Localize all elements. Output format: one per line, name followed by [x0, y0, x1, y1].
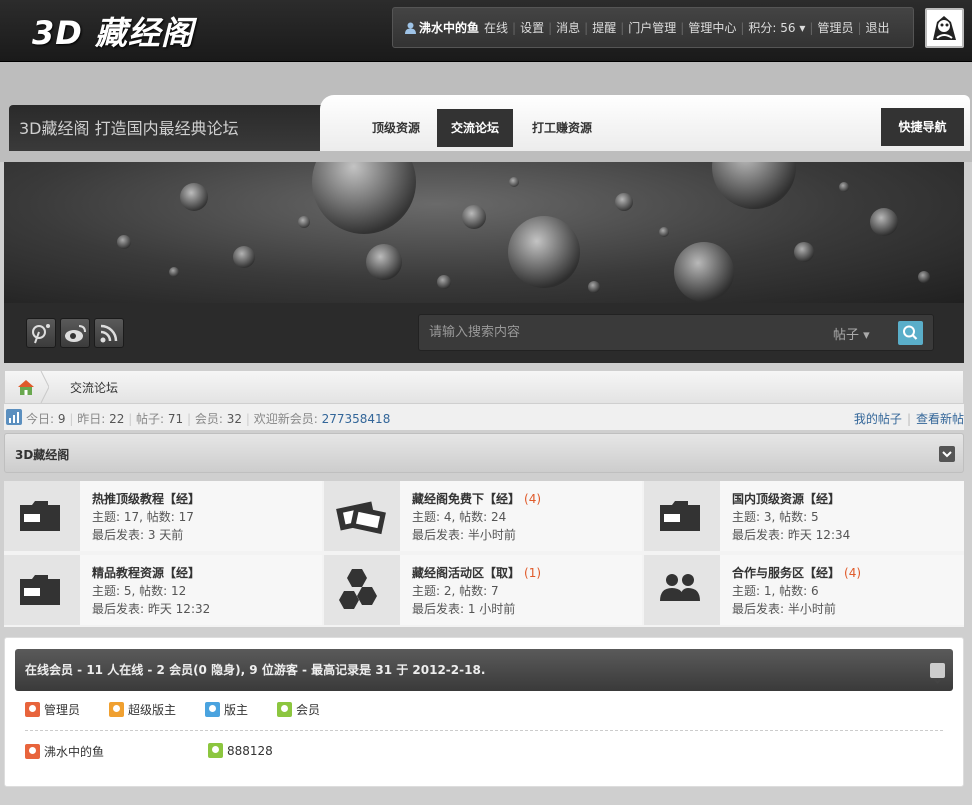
forum-item[interactable]: 热推顶级教程【经】 主题: 17, 帖数: 17 最后发表: 3 天前: [4, 481, 322, 551]
banner-image: [4, 162, 964, 303]
moderator-user-icon: [205, 702, 220, 717]
my-posts-link[interactable]: 我的帖子: [854, 412, 902, 426]
forum-name[interactable]: 国内顶级资源【经】: [732, 492, 840, 506]
user-icon: [405, 22, 416, 34]
rss-icon[interactable]: [94, 318, 124, 348]
reminders-link[interactable]: 提醒: [592, 19, 616, 36]
avatar[interactable]: [925, 8, 964, 48]
folder-icon: [644, 481, 720, 551]
logout-link[interactable]: 退出: [866, 19, 890, 36]
quick-nav-button[interactable]: 快捷导航: [881, 108, 964, 146]
forum-item[interactable]: 精品教程资源【经】 主题: 5, 帖数: 12 最后发表: 昨天 12:32: [4, 555, 322, 625]
points-dropdown[interactable]: 积分: 56 ▾: [748, 19, 805, 36]
home-icon: [18, 370, 50, 404]
nav-item-top-resources[interactable]: 顶级资源: [358, 109, 434, 147]
new-posts-count: (1): [524, 566, 542, 580]
legend-super-moderator: 超级版主: [109, 701, 176, 718]
forum-name[interactable]: 藏经阁活动区【取】: [412, 566, 520, 580]
tickets-icon: [324, 481, 400, 551]
online-members-header[interactable]: 在线会员 - 11 人在线 - 2 会员(0 隐身), 9 位游客 - 最高记录…: [15, 649, 953, 691]
admin-center-link[interactable]: 管理中心: [688, 19, 736, 36]
breadcrumb-home[interactable]: [5, 370, 50, 404]
folder-icon: [4, 555, 80, 625]
breadcrumb: 交流论坛: [4, 370, 964, 404]
chevron-down-icon: [942, 451, 952, 458]
legend-moderator: 版主: [205, 701, 248, 718]
chevron-down-icon: [933, 678, 942, 684]
water-drops-image: [117, 162, 930, 302]
member-user-icon: [208, 743, 223, 758]
forum-list: 热推顶级教程【经】 主题: 17, 帖数: 17 最后发表: 3 天前 藏经阁免…: [4, 481, 964, 627]
stats-links: 我的帖子 | 查看新帖: [853, 412, 964, 426]
top-bar: 3D 藏经阁 沸水中的鱼 在线 | 设置 | 消息 | 提醒 | 门户管理 | …: [0, 0, 972, 62]
users-icon: [644, 555, 720, 625]
search-type-dropdown[interactable]: 帖子 ▾: [833, 324, 870, 343]
view-new-posts-link[interactable]: 查看新帖: [916, 412, 964, 426]
user-bar: 沸水中的鱼 在线 | 设置 | 消息 | 提醒 | 门户管理 | 管理中心 | …: [392, 7, 914, 48]
page-bottom: [0, 795, 972, 805]
nav-item-forum[interactable]: 交流论坛: [437, 109, 514, 147]
new-member-link[interactable]: 277358418: [322, 412, 391, 426]
collapse-toggle-button[interactable]: [930, 663, 945, 684]
online-members-panel: 在线会员 - 11 人在线 - 2 会员(0 隐身), 9 位游客 - 最高记录…: [4, 637, 964, 787]
admin-user-icon: [25, 702, 40, 717]
nav-item-earn[interactable]: 打工赚资源: [518, 109, 606, 147]
forum-name[interactable]: 藏经阁免费下【经】: [412, 492, 520, 506]
portal-admin-link[interactable]: 门户管理: [628, 19, 676, 36]
category-header: 3D藏经阁: [4, 433, 964, 473]
forum-item[interactable]: 藏经阁免费下【经】 (4) 主题: 4, 帖数: 24 最后发表: 半小时前: [324, 481, 642, 551]
forum-item[interactable]: 合作与服务区【经】 (4) 主题: 1, 帖数: 6 最后发表: 半小时前: [644, 555, 964, 625]
admin-user-icon: [25, 744, 40, 759]
search-icon: [903, 325, 918, 340]
folder-icon: [4, 481, 80, 551]
forum-stats: 今日: 9 | 昨日: 22 | 帖子: 71 | 会员: 32 | 欢迎新会员…: [4, 404, 964, 430]
stats-chart-icon: [6, 409, 22, 425]
forum-item[interactable]: 藏经阁活动区【取】 (1) 主题: 2, 帖数: 7 最后发表: 1 小时前: [324, 555, 642, 625]
caret-down-icon: ▾: [863, 328, 870, 343]
online-status[interactable]: 在线: [484, 19, 508, 36]
forum-name[interactable]: 合作与服务区【经】: [732, 566, 840, 580]
tencent-weibo-icon[interactable]: [26, 318, 56, 348]
stats-summary: 今日: 9 | 昨日: 22 | 帖子: 71 | 会员: 32 | 欢迎新会员…: [26, 412, 391, 426]
legend-admin: 管理员: [25, 701, 80, 718]
forum-name[interactable]: 热推顶级教程【经】: [92, 492, 200, 506]
legend-member: 会员: [277, 701, 320, 718]
messages-link[interactable]: 消息: [556, 19, 580, 36]
avatar-image: [927, 10, 962, 46]
admin-link[interactable]: 管理员: [817, 19, 853, 36]
breadcrumb-current[interactable]: 交流论坛: [70, 379, 118, 396]
search-input[interactable]: [419, 315, 819, 350]
member-user-icon: [277, 702, 292, 717]
search-button[interactable]: [898, 321, 923, 345]
divider: [25, 730, 943, 731]
settings-link[interactable]: 设置: [520, 19, 544, 36]
hexagons-icon: [324, 555, 400, 625]
site-logo[interactable]: 3D 藏经阁: [32, 8, 194, 54]
header: 3D藏经阁 打造国内最经典论坛 顶级资源 交流论坛 打工赚资源 快捷导航: [0, 62, 972, 162]
site-title: 3D藏经阁 打造国内最经典论坛: [19, 119, 239, 138]
forum-name[interactable]: 精品教程资源【经】: [92, 566, 200, 580]
username-link[interactable]: 沸水中的鱼: [419, 19, 479, 36]
new-posts-count: (4): [524, 492, 542, 506]
category-title[interactable]: 3D藏经阁: [15, 446, 69, 463]
online-member[interactable]: 沸水中的鱼: [25, 743, 104, 760]
super-moderator-user-icon: [109, 702, 124, 717]
collapse-toggle-button[interactable]: [939, 446, 955, 462]
search-box: 帖子 ▾: [418, 314, 934, 351]
sina-weibo-icon[interactable]: [60, 318, 90, 348]
forum-item[interactable]: 国内顶级资源【经】 主题: 3, 帖数: 5 最后发表: 昨天 12:34: [644, 481, 964, 551]
online-member[interactable]: 888128: [208, 743, 273, 758]
new-posts-count: (4): [844, 566, 862, 580]
caret-down-icon: ▾: [799, 21, 806, 35]
